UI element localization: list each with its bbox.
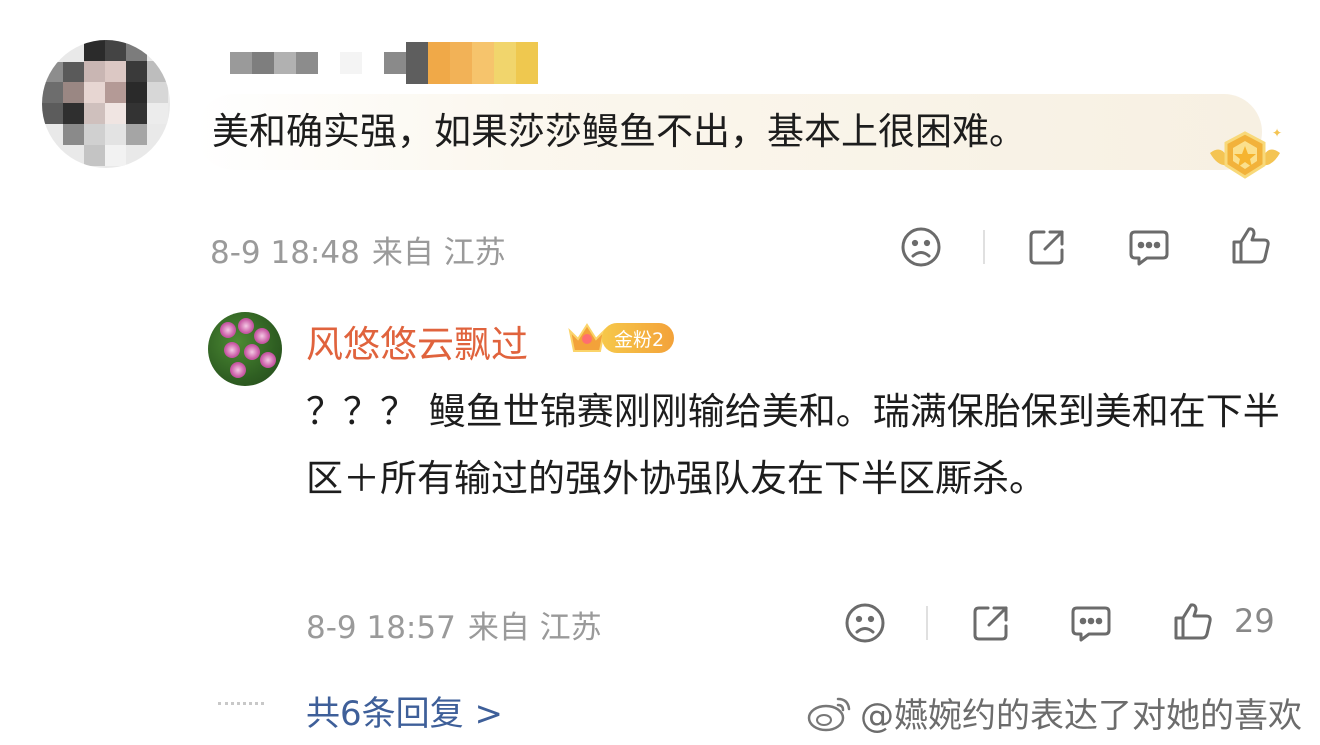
divider (983, 230, 985, 264)
fan-badge-label: 金粉2 (602, 323, 675, 353)
more-replies-link[interactable]: 共6条回复 > (306, 686, 503, 735)
reply-text: ？？？ 鳗鱼世锦赛刚刚输给美和。瑞满保胎保到美和在下半区＋所有输过的强外协强队友… (306, 390, 1280, 500)
reply-location: 来自 江苏 (467, 610, 602, 646)
reply-like-icon[interactable] (1170, 598, 1216, 644)
like-icon[interactable] (1228, 222, 1274, 268)
comment-icon[interactable] (1126, 224, 1172, 270)
comment-text: 美和确实强，如果莎莎鳗鱼不出，基本上很困难。 (212, 110, 1026, 153)
svg-text:✦: ✦ (1272, 127, 1282, 140)
share-icon[interactable] (1024, 224, 1070, 270)
reply-username[interactable]: 风悠悠云飘过 (306, 314, 528, 368)
reply-sad-face-icon[interactable] (842, 600, 888, 646)
gold-badge-icon: ✦ (1206, 126, 1284, 189)
reply-avatar[interactable] (208, 312, 282, 386)
avatar[interactable] (42, 40, 170, 168)
divider (926, 606, 928, 640)
reply-share-icon[interactable] (968, 600, 1014, 646)
like-count: 29 (1234, 602, 1275, 640)
sad-face-icon[interactable] (898, 224, 944, 270)
reply-meta: 8-9 18:57 来自 江苏 (306, 602, 614, 647)
username-blurred[interactable] (230, 42, 538, 84)
watermark: @嬿婉约的表达了对她的喜欢 (806, 688, 1302, 737)
dotted-divider (218, 702, 264, 705)
reply-comment-icon[interactable] (1068, 600, 1114, 646)
fan-badge: 金粉2 (566, 316, 675, 360)
comment-location: 来自 江苏 (371, 235, 506, 271)
reply-time: 8-9 18:57 (306, 610, 456, 646)
watermark-text: @嬿婉约的表达了对她的喜欢 (860, 696, 1302, 736)
weibo-logo-icon (807, 697, 851, 731)
comment-time: 8-9 18:48 (210, 235, 360, 271)
comment-meta: 8-9 18:48 来自 江苏 (210, 227, 518, 272)
